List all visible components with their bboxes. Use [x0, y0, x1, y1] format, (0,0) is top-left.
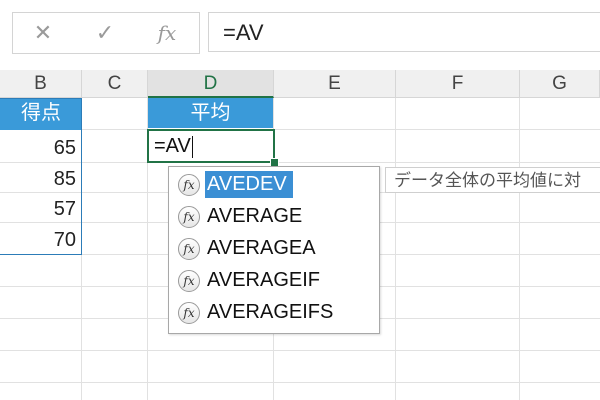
- autocomplete-item[interactable]: fx AVERAGEIF: [169, 265, 379, 296]
- function-icon: fx: [178, 270, 200, 292]
- text-caret: [191, 135, 193, 158]
- column-header-f[interactable]: F: [396, 70, 520, 98]
- autocomplete-item-label: AVERAGEIF: [207, 269, 320, 291]
- autocomplete-item[interactable]: fx AVERAGE: [169, 201, 379, 232]
- cell-d-header[interactable]: 平均: [148, 98, 273, 128]
- column-header-g[interactable]: G: [520, 70, 600, 98]
- function-tooltip: データ全体の平均値に対: [385, 167, 600, 193]
- autocomplete-item-label: AVERAGEIFS: [207, 301, 334, 323]
- autocomplete-item-label: AVEDEV: [205, 171, 293, 198]
- column-header-c[interactable]: C: [82, 70, 148, 98]
- column-header-b[interactable]: B: [0, 70, 82, 98]
- autocomplete-item[interactable]: fx AVERAGEA: [169, 233, 379, 264]
- function-icon: fx: [178, 206, 200, 228]
- formula-bar: ✕ ✓ fx =AV: [0, 0, 600, 64]
- column-header-e[interactable]: E: [274, 70, 396, 98]
- cell-edit-text: =AV: [154, 135, 191, 157]
- autocomplete-item[interactable]: fx AVEDEV: [169, 169, 379, 200]
- autocomplete-item[interactable]: fx AVERAGEIFS: [169, 297, 379, 328]
- formula-bar-buttons: ✕ ✓ fx: [12, 12, 200, 54]
- enter-icon[interactable]: ✓: [75, 13, 135, 53]
- formula-input[interactable]: =AV: [208, 12, 600, 52]
- function-icon: fx: [178, 302, 200, 324]
- autocomplete-item-label: AVERAGEA: [207, 237, 316, 259]
- autocomplete-item-label: AVERAGE: [207, 205, 303, 227]
- insert-function-icon[interactable]: fx: [137, 13, 197, 53]
- column-header-d[interactable]: D: [148, 70, 274, 98]
- cancel-icon[interactable]: ✕: [13, 13, 73, 53]
- function-icon: fx: [178, 238, 200, 260]
- function-autocomplete-list: fx AVEDEV fx AVERAGE fx AVERAGEA fx AVER…: [168, 166, 380, 334]
- active-cell-d[interactable]: =AV: [147, 129, 275, 163]
- table-border: [0, 98, 82, 255]
- function-icon: fx: [178, 174, 200, 196]
